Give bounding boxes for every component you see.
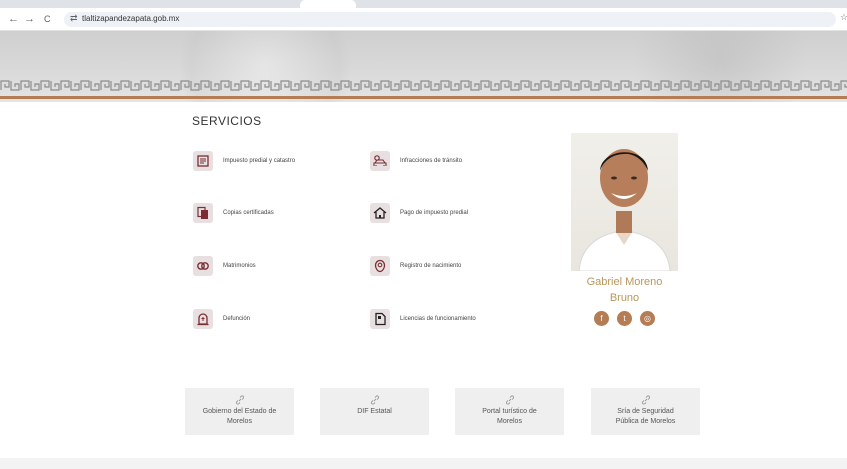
service-label: Copias certificadas [223,210,274,216]
instagram-icon[interactable]: ◎ [640,311,655,326]
active-tab[interactable] [300,0,356,8]
service-infracciones-transito[interactable]: Infracciones de tránsito [370,151,462,171]
browser-tabstrip [0,0,847,8]
link-icon [235,395,244,405]
service-label: Licencias de funcionamiento [400,316,476,322]
reload-icon[interactable]: C [44,12,51,26]
service-matrimonios[interactable]: Matrimonios [193,256,256,276]
service-label: Infracciones de tránsito [400,158,463,164]
greca-pattern [0,79,847,91]
address-bar[interactable]: ⇄ tlaltizapandezapata.gob.mx [64,12,836,27]
section-title: SERVICIOS [192,114,262,128]
house-icon [370,203,390,223]
license-icon [370,309,390,329]
link-card-dif-estatal[interactable]: DIF Estatal [320,388,429,435]
header-banner [0,31,847,102]
profile-photo [571,133,678,271]
service-pago-impuesto-predial[interactable]: Pago de impuesto predial [370,203,468,223]
back-icon[interactable]: ← [8,12,19,26]
tombstone-icon [193,309,213,329]
service-registro-nacimiento[interactable]: Registro de nacimiento [370,256,461,276]
link-icon [641,395,650,405]
site-info-icon[interactable]: ⇄ [70,13,78,24]
service-label: Impuesto predial y catastro [223,158,296,164]
link-label-line1: Gobierno del Estado de [202,408,277,415]
forward-icon[interactable]: → [24,12,35,26]
service-label: Registro de nacimiento [400,263,462,269]
banner-seal [600,31,840,102]
banner-artwork [150,31,380,102]
link-icon [505,395,514,405]
link-label-line1: Sría de Seguridad [617,408,674,415]
footer-band [0,458,847,469]
link-label-line1: DIF Estatal [357,408,392,415]
link-card-portal-turistico[interactable]: Portal turístico de Morelos [455,388,564,435]
service-impuesto-predial-catastro[interactable]: Impuesto predial y catastro [193,151,295,171]
profile-name-line2: Bruno [609,292,640,304]
car-icon [370,151,390,171]
url-text[interactable]: tlaltizapandezapata.gob.mx [82,14,179,23]
service-label: Matrimonios [223,263,256,269]
service-copias-certificadas[interactable]: Copias certificadas [193,203,274,223]
link-icon [370,395,379,405]
link-card-seguridad-publica[interactable]: Sría de Seguridad Pública de Morelos [591,388,700,435]
service-label: Pago de impuesto predial [400,210,469,216]
link-card-gobierno-morelos[interactable]: Gobierno del Estado de Morelos [185,388,294,435]
profile-name-line1: Gabriel Moreno [586,276,663,288]
document-icon [193,151,213,171]
service-defuncion[interactable]: Defunción [193,309,250,329]
facebook-icon[interactable]: f [594,311,609,326]
bookmark-star-icon[interactable]: ☆ [840,12,847,23]
link-label-line2: Morelos [497,418,522,425]
banner-divider [0,96,847,99]
portrait-image [578,149,671,271]
twitter-icon[interactable]: t [617,311,632,326]
rings-icon [193,256,213,276]
baby-icon [370,256,390,276]
browser-toolbar: ← → C ⇄ tlaltizapandezapata.gob.mx ☆ [0,8,847,31]
link-label-line2: Morelos [227,418,252,425]
link-label-line1: Portal turístico de [482,408,537,415]
service-licencias-funcionamiento[interactable]: Licencias de funcionamiento [370,309,476,329]
copy-icon [193,203,213,223]
link-label-line2: Pública de Morelos [615,418,676,425]
service-label: Defunción [223,316,251,322]
